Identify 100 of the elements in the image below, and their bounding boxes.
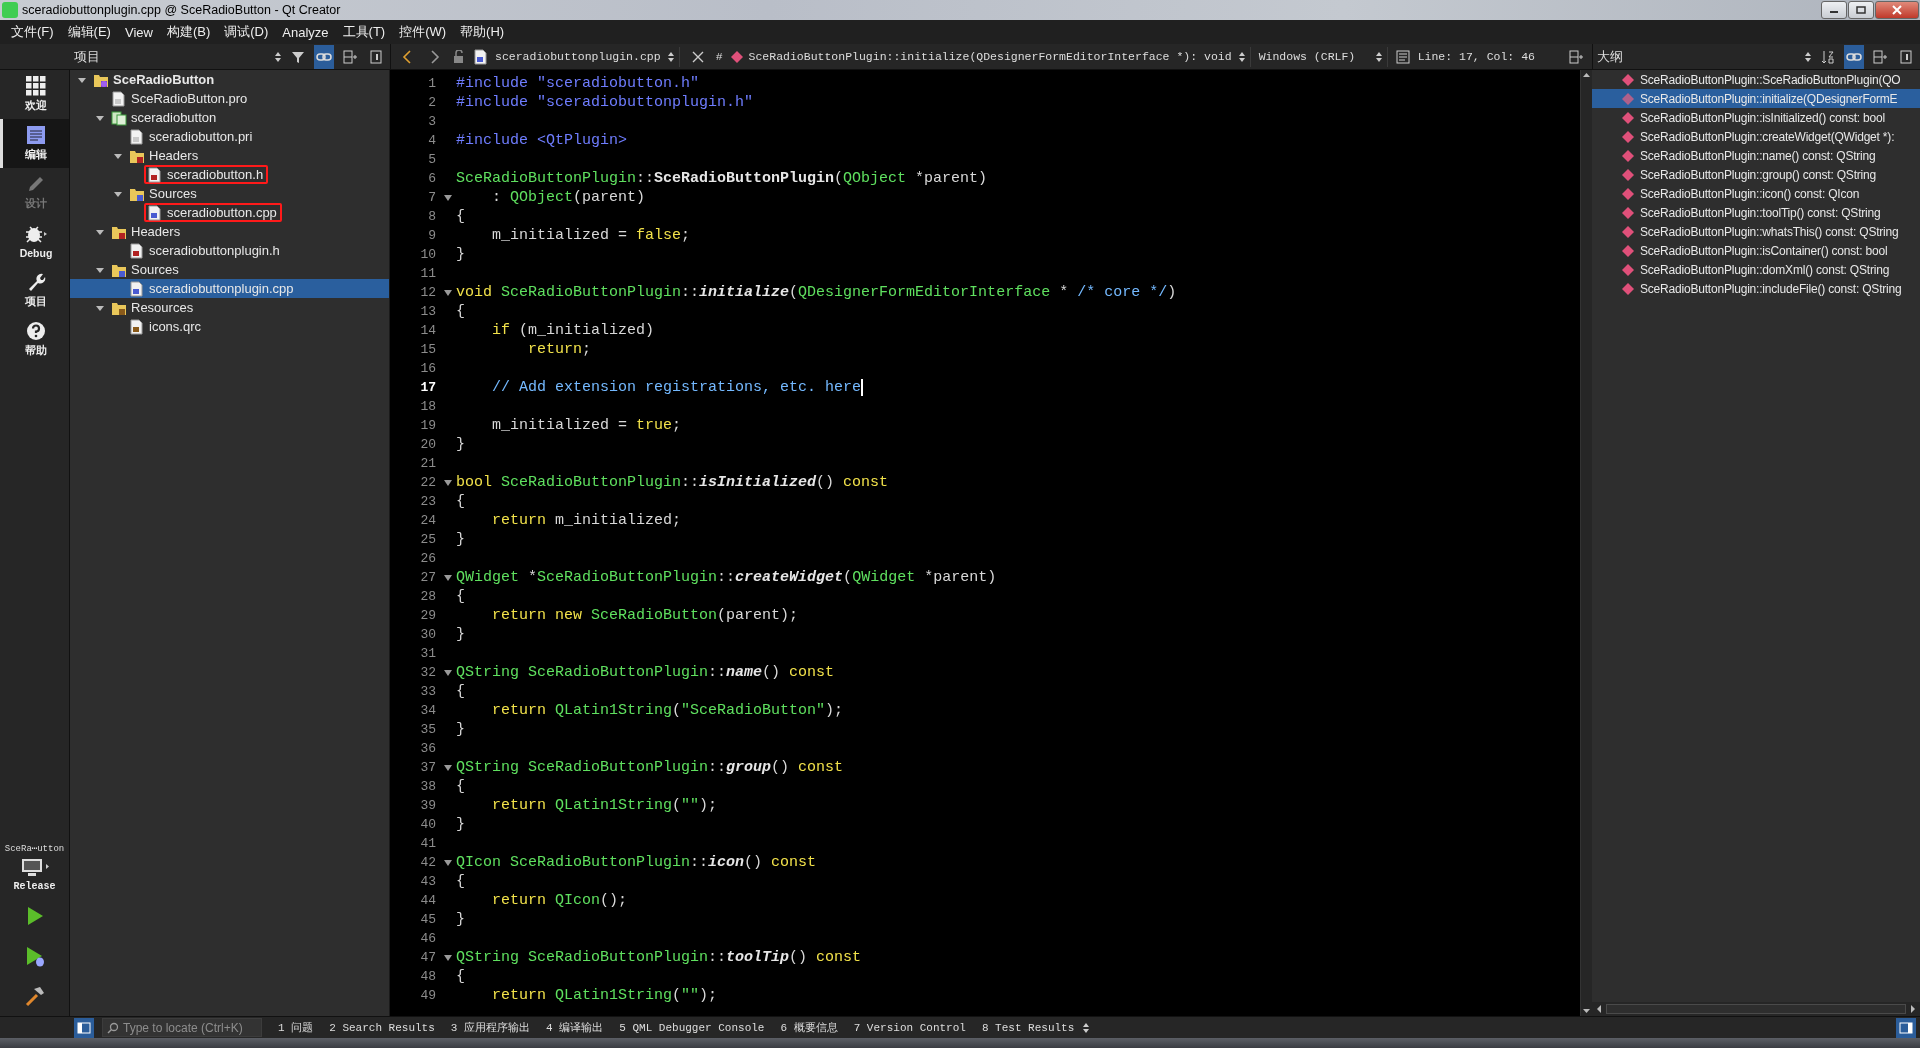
line-number: 34 bbox=[419, 703, 437, 718]
scrollbar[interactable] bbox=[1592, 1002, 1920, 1016]
fold-arrow-icon[interactable] bbox=[444, 954, 452, 961]
fold-arrow-icon[interactable] bbox=[444, 859, 452, 866]
panel-toggle-button[interactable] bbox=[1896, 1017, 1916, 1038]
output-tab[interactable]: 3 应用程序输出 bbox=[442, 1017, 539, 1038]
mode-button[interactable]: 编辑 bbox=[0, 119, 69, 168]
outline-item[interactable]: SceRadioButtonPlugin::isContainer() const: bool bbox=[1592, 241, 1920, 260]
window-title: sceradiobuttonplugin.cpp @ SceRadioButton - Qt Creator bbox=[22, 3, 342, 17]
menu-item[interactable]: View bbox=[117, 24, 160, 40]
menu-item[interactable]: 构建(B) bbox=[159, 23, 218, 41]
outline-item[interactable]: SceRadioButtonPlugin::SceRadioButtonPlugin(QO bbox=[1592, 70, 1920, 89]
updown-icon bbox=[1082, 1021, 1091, 1034]
cursor-position[interactable]: Line: 17, Col: 46 bbox=[1417, 50, 1535, 63]
close-pane-icon bbox=[1900, 49, 1912, 64]
output-tab[interactable]: 2 Search Results bbox=[321, 1017, 443, 1038]
fold-arrow-icon[interactable] bbox=[444, 764, 452, 771]
minimize-button[interactable] bbox=[1821, 1, 1847, 19]
fold-arrow-icon[interactable] bbox=[444, 194, 452, 201]
mode-button[interactable]: 项目 bbox=[0, 266, 69, 315]
resource-file-icon bbox=[129, 318, 145, 335]
menu-item[interactable]: 帮助(H) bbox=[453, 23, 512, 41]
outline-item[interactable]: SceRadioButtonPlugin::createWidget(QWidget *): bbox=[1592, 127, 1920, 146]
tree-item[interactable]: sceradiobutton.h bbox=[70, 165, 389, 184]
line-number: 22 bbox=[419, 475, 437, 490]
code-line: #include <QtPlugin> bbox=[456, 132, 629, 149]
sidebar-toggle-button[interactable] bbox=[74, 1017, 94, 1038]
menu-item[interactable]: 调试(D) bbox=[217, 23, 276, 41]
search-field[interactable]: Type to locate (Ctrl+K) bbox=[102, 1018, 262, 1037]
line-number: 26 bbox=[419, 551, 437, 566]
line-ending-selector[interactable]: Windows (CRLF) bbox=[1258, 50, 1369, 63]
outline-item[interactable]: SceRadioButtonPlugin::name() const: QString bbox=[1592, 146, 1920, 165]
pane-selector[interactable]: 大纲 bbox=[1597, 47, 1798, 66]
link-button[interactable] bbox=[314, 44, 334, 69]
fold-arrow-icon[interactable] bbox=[444, 669, 452, 676]
tree-item[interactable]: Sources bbox=[70, 260, 389, 279]
maximize-icon bbox=[1856, 6, 1866, 14]
close-button[interactable] bbox=[1875, 1, 1919, 19]
tree-item[interactable]: Headers bbox=[70, 146, 389, 165]
menu-item[interactable]: 工具(T) bbox=[335, 23, 393, 41]
kit-selector[interactable]: Release bbox=[0, 854, 69, 896]
output-tab[interactable]: 7 Version Control bbox=[845, 1017, 974, 1038]
line-number: 15 bbox=[419, 342, 437, 357]
fold-arrow-icon[interactable] bbox=[444, 289, 452, 296]
header-file-icon bbox=[147, 166, 163, 183]
line-number: 30 bbox=[419, 627, 437, 642]
split-icon bbox=[1873, 49, 1887, 64]
fold-arrow-icon[interactable] bbox=[444, 479, 452, 486]
file-selector[interactable]: sceradiobuttonplugin.cpp bbox=[495, 50, 661, 63]
method-icon bbox=[1622, 149, 1634, 162]
maximize-button[interactable] bbox=[1848, 1, 1874, 19]
method-icon bbox=[1622, 92, 1634, 105]
tree-item[interactable]: SceRadioButton bbox=[70, 70, 389, 89]
scrollbar[interactable] bbox=[1580, 70, 1592, 1016]
line-number: 10 bbox=[419, 247, 437, 262]
tree-item[interactable]: SceRadioButton.pro bbox=[70, 89, 389, 108]
mode-button[interactable]: 欢迎 bbox=[0, 70, 69, 119]
code-line: { bbox=[456, 493, 466, 510]
menu-item[interactable]: 编辑(E) bbox=[60, 23, 118, 41]
close-icon bbox=[1892, 5, 1902, 15]
output-tab[interactable]: 5 QML Debugger Console bbox=[611, 1017, 773, 1038]
line-number: 29 bbox=[419, 608, 437, 623]
tree-item[interactable]: sceradiobutton bbox=[70, 108, 389, 127]
sidebar-icon bbox=[77, 1021, 91, 1034]
link-button[interactable] bbox=[1844, 44, 1864, 69]
menu-item[interactable]: 控件(W) bbox=[392, 23, 454, 41]
code-line: QIcon SceRadioButtonPlugin::icon() const bbox=[456, 854, 818, 871]
tree-item[interactable]: sceradiobuttonplugin.cpp bbox=[70, 279, 389, 298]
pane-selector[interactable]: 项目 bbox=[74, 47, 268, 66]
mode-button[interactable]: 帮助 bbox=[0, 315, 69, 364]
code-line: m_initialized = true; bbox=[491, 417, 683, 434]
code-line: } bbox=[456, 531, 466, 548]
fold-arrow-icon[interactable] bbox=[444, 574, 452, 581]
tree-item[interactable]: sceradiobutton.cpp bbox=[70, 203, 389, 222]
outline-item[interactable]: SceRadioButtonPlugin::group() const: QString bbox=[1592, 165, 1920, 184]
outline-item[interactable]: SceRadioButtonPlugin::initialize(QDesignerFormE bbox=[1592, 89, 1920, 108]
method-icon bbox=[1622, 263, 1634, 276]
tree-item[interactable]: sceradiobuttonplugin.h bbox=[70, 241, 389, 260]
outline-item[interactable]: SceRadioButtonPlugin::toolTip() const: QString bbox=[1592, 203, 1920, 222]
output-tab[interactable]: 6 概要信息 bbox=[772, 1017, 846, 1038]
hammer-icon bbox=[23, 985, 46, 1007]
outline-item[interactable]: SceRadioButtonPlugin::whatsThis() const: QString bbox=[1592, 222, 1920, 241]
tree-item[interactable]: Resources bbox=[70, 298, 389, 317]
source-file-icon bbox=[147, 204, 163, 221]
symbol-selector[interactable]: SceRadioButtonPlugin::initialize(QDesignerFormEditorInterface *): void bbox=[748, 50, 1232, 63]
outline-item[interactable]: SceRadioButtonPlugin::icon() const: QIcon bbox=[1592, 184, 1920, 203]
tree-item[interactable]: icons.qrc bbox=[70, 317, 389, 336]
mode-button[interactable]: Debug bbox=[0, 217, 69, 266]
outline-item[interactable]: SceRadioButtonPlugin::isInitialized() const: bool bbox=[1592, 108, 1920, 127]
line-number: 46 bbox=[419, 931, 437, 946]
outline-item[interactable]: SceRadioButtonPlugin::domXml() const: QString bbox=[1592, 260, 1920, 279]
output-tab[interactable]: 4 编译输出 bbox=[538, 1017, 612, 1038]
tree-item[interactable]: sceradiobutton.pri bbox=[70, 127, 389, 146]
tree-item[interactable]: Sources bbox=[70, 184, 389, 203]
outline-item[interactable]: SceRadioButtonPlugin::includeFile() const: QString bbox=[1592, 279, 1920, 298]
output-tab[interactable]: 8 Test Results bbox=[973, 1017, 1083, 1038]
menu-item[interactable]: Analyze bbox=[275, 24, 336, 40]
menu-item[interactable]: 文件(F) bbox=[4, 23, 61, 41]
output-tab[interactable]: 1 问题 bbox=[270, 1017, 322, 1038]
tree-item[interactable]: Headers bbox=[70, 222, 389, 241]
